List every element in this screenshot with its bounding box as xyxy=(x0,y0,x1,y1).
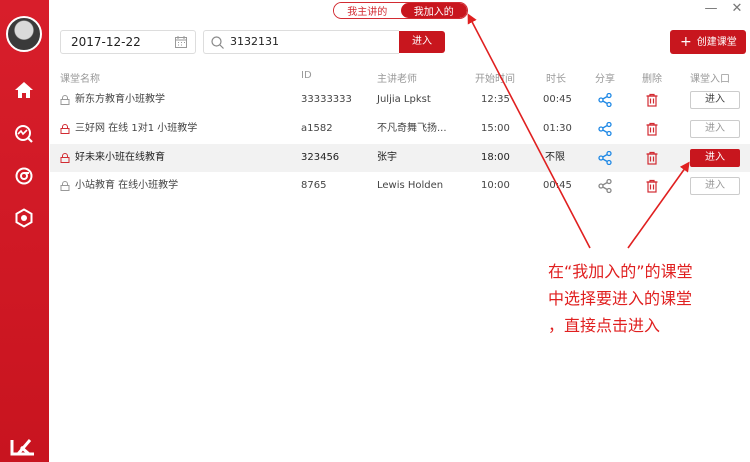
row-id: 8765 xyxy=(301,180,327,191)
delete-icon[interactable] xyxy=(645,93,659,107)
create-class-label: 创建课堂 xyxy=(696,37,737,48)
share-icon[interactable] xyxy=(598,151,612,165)
share-icon[interactable] xyxy=(598,179,612,193)
table-row-selected[interactable]: 好未来小班在线教育 323456 张宇 18:00 不限 进入 xyxy=(50,144,750,172)
lock-icon xyxy=(60,124,70,134)
minimize-icon[interactable]: — xyxy=(704,2,718,16)
lock-icon xyxy=(60,153,70,163)
course-tabs: 我主讲的 我加入的 xyxy=(333,2,468,19)
annotation-line: 中选择要进入的课堂 xyxy=(548,289,693,308)
row-teacher: 张宇 xyxy=(377,152,397,163)
enter-button[interactable]: 进入 xyxy=(690,177,740,195)
table-row[interactable]: 小站教育 在线小班教学 8765 Lewis Holden 10:00 00:4… xyxy=(50,172,750,200)
header-entry: 课堂入口 xyxy=(690,74,730,85)
row-name: 好未来小班在线教育 xyxy=(75,152,165,163)
row-duration: 不限 xyxy=(545,152,565,163)
row-start: 15:00 xyxy=(481,123,510,134)
row-id: 323456 xyxy=(301,152,340,163)
search-input[interactable]: 3132131 xyxy=(203,30,399,54)
row-start: 12:35 xyxy=(481,94,510,105)
row-start: 10:00 xyxy=(481,180,510,191)
tab-my-teaching[interactable]: 我主讲的 xyxy=(334,3,401,18)
header-start: 开始时间 xyxy=(475,74,515,85)
search-value: 3132131 xyxy=(230,35,279,48)
row-id: a1582 xyxy=(301,123,333,134)
create-class-button[interactable]: + 创建课堂 xyxy=(670,30,746,54)
row-name: 三好网 在线 1对1 小班教学 xyxy=(75,123,198,134)
lock-icon xyxy=(60,95,70,105)
sidebar xyxy=(0,0,49,462)
lock-icon xyxy=(60,181,70,191)
date-value: 2017-12-22 xyxy=(71,35,141,49)
row-duration: 01:30 xyxy=(543,123,572,134)
header-teacher: 主讲老师 xyxy=(377,74,417,85)
row-duration: 00:45 xyxy=(543,180,572,191)
row-name: 新东方教育小班教学 xyxy=(75,94,165,105)
enter-button[interactable]: 进入 xyxy=(690,149,740,167)
share-icon[interactable] xyxy=(598,93,612,107)
close-icon[interactable]: ✕ xyxy=(730,2,744,16)
table-row[interactable]: 新东方教育小班教学 33333333 Juljia Lpkst 12:35 00… xyxy=(50,86,750,114)
search-icon xyxy=(211,36,224,49)
header-id: ID xyxy=(301,70,312,81)
tab-joined[interactable]: 我加入的 xyxy=(400,3,467,18)
row-teacher: Juljia Lpkst xyxy=(377,94,431,105)
row-duration: 00:45 xyxy=(543,94,572,105)
chart-search-icon[interactable] xyxy=(14,124,34,144)
home-icon[interactable] xyxy=(14,80,34,100)
calendar-icon[interactable] xyxy=(175,36,187,48)
annotation-arrows xyxy=(467,13,690,249)
annotation-text: 在“我加入的”的课堂 中选择要进入的课堂 ，直接点击进入 xyxy=(548,258,748,339)
plus-icon: + xyxy=(680,34,692,50)
share-icon[interactable] xyxy=(598,122,612,136)
annotation-line: ，直接点击进入 xyxy=(548,316,661,335)
settings-hex-icon[interactable] xyxy=(14,208,34,228)
row-teacher: Lewis Holden xyxy=(377,180,444,191)
refresh-circle-icon[interactable] xyxy=(14,166,34,186)
delete-icon[interactable] xyxy=(645,151,659,165)
enter-button[interactable]: 进入 xyxy=(690,120,740,138)
header-share: 分享 xyxy=(595,74,615,85)
avatar[interactable] xyxy=(6,16,42,52)
row-start: 18:00 xyxy=(481,152,510,163)
row-id: 33333333 xyxy=(301,94,352,105)
app-logo xyxy=(10,439,34,456)
delete-icon[interactable] xyxy=(645,179,659,193)
row-teacher: 不凡奇舞飞扬... xyxy=(377,123,447,134)
enter-button[interactable]: 进入 xyxy=(690,91,740,109)
header-duration: 时长 xyxy=(546,74,566,85)
delete-icon[interactable] xyxy=(645,122,659,136)
annotation-line: 在“我加入的”的课堂 xyxy=(548,262,693,281)
table-row[interactable]: 三好网 在线 1对1 小班教学 a1582 不凡奇舞飞扬... 15:00 01… xyxy=(50,115,750,143)
row-name: 小站教育 在线小班教学 xyxy=(75,180,179,191)
header-delete: 删除 xyxy=(642,74,662,85)
date-picker[interactable]: 2017-12-22 xyxy=(60,30,196,54)
search-enter-button[interactable]: 进入 xyxy=(399,31,445,53)
header-name: 课堂名称 xyxy=(60,74,100,85)
